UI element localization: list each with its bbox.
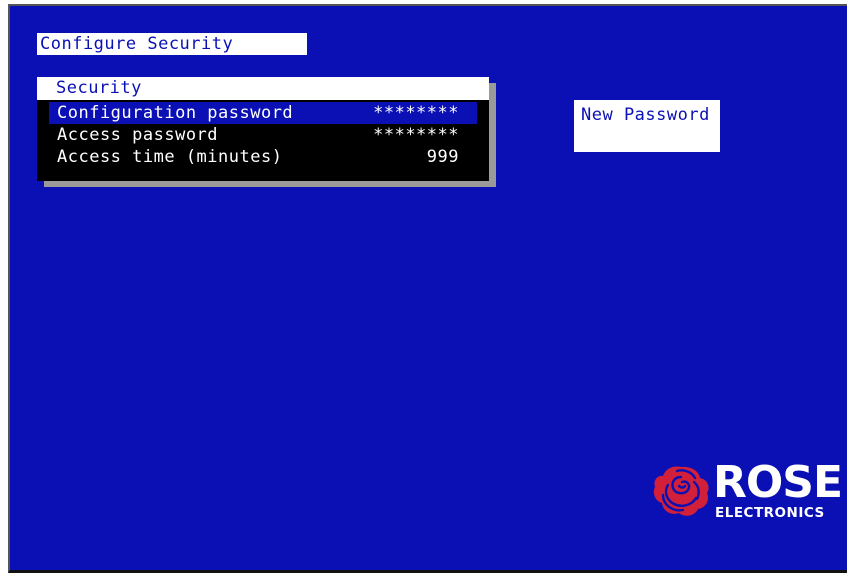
menu-item-access-time[interactable]: Access time (minutes) 999 bbox=[49, 146, 477, 168]
menu-item-label: Access time (minutes) bbox=[57, 147, 283, 167]
menu-item-label: Configuration password bbox=[57, 103, 294, 123]
menu-item-value: 999 bbox=[426, 147, 459, 167]
menu-item-value: ******** bbox=[373, 103, 459, 123]
logo-word: ROSE bbox=[713, 457, 843, 508]
rose-icon bbox=[653, 466, 709, 516]
osd-screen: Configure Security Security Configuratio… bbox=[8, 4, 847, 573]
help-panel: New Password bbox=[574, 100, 720, 152]
menu-item-label: Access password bbox=[57, 125, 219, 145]
menu-item-access-password[interactable]: Access password ******** bbox=[49, 124, 477, 146]
page-title: Configure Security bbox=[37, 33, 307, 55]
security-menu: Security Configuration password ********… bbox=[37, 77, 489, 181]
rose-electronics-logo: ROSE ELECTRONICS bbox=[651, 457, 843, 523]
logo-subtitle: ELECTRONICS bbox=[715, 505, 825, 521]
menu-item-configuration-password[interactable]: Configuration password ******** bbox=[49, 102, 477, 124]
menu-item-value: ******** bbox=[373, 125, 459, 145]
menu-header: Security bbox=[37, 77, 489, 100]
